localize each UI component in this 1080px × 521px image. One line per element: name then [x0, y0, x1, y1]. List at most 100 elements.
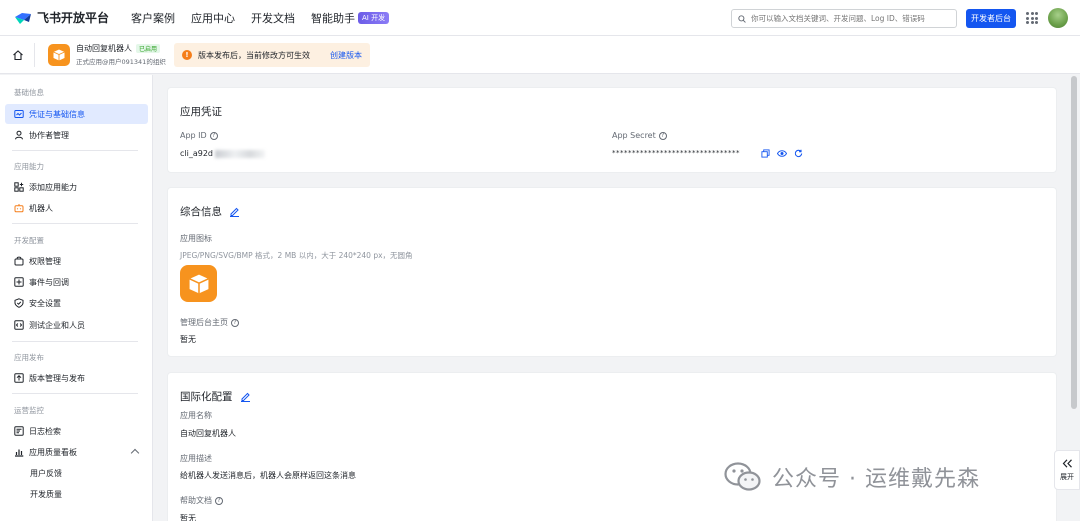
app-name-label: 应用名称 [180, 411, 212, 420]
warning-icon: ! [182, 50, 192, 60]
search-input[interactable] [751, 14, 951, 23]
eye-icon[interactable] [777, 149, 787, 158]
sidebar-divider [12, 393, 138, 394]
app-subtitle: 正式应用@用户091341的组织 [76, 58, 166, 66]
admin-page-label: 管理后台主页 ? [180, 317, 239, 328]
help-icon[interactable]: ? [658, 131, 667, 140]
home-icon[interactable] [12, 49, 24, 61]
nav-app-center[interactable]: 应用中心 [191, 10, 235, 26]
app-icon-large[interactable] [180, 265, 217, 302]
sidebar-item-label: 协作者管理 [29, 130, 69, 140]
refresh-icon[interactable] [794, 149, 803, 158]
i18n-title: 国际化配置 [180, 389, 251, 404]
help-doc-label-text: 帮助文档 [180, 496, 212, 505]
version-notice: ! 版本发布后，当前修改方可生效 创建版本 [174, 43, 370, 67]
watermark-text: 公众号 · 运维戴先森 [772, 467, 980, 492]
sidebar-item-test-enterprise[interactable]: 测试企业和人员 [5, 315, 148, 335]
sidebar-item-user-feedback[interactable]: 用户反馈 [5, 463, 148, 483]
chevron-up-icon[interactable] [130, 448, 140, 458]
general-title: 综合信息 [180, 204, 240, 219]
sidebar-item-versions[interactable]: 版本管理与发布 [5, 368, 148, 388]
sidebar-item-credentials[interactable]: 凭证与基础信息 [5, 104, 148, 124]
apps-grid-icon[interactable] [1026, 12, 1038, 24]
nav-dev-docs[interactable]: 开发文档 [251, 10, 295, 26]
nav-ai-assistant[interactable]: 智能助手 AI 开发 [311, 10, 390, 26]
general-title-text: 综合信息 [180, 206, 222, 218]
i18n-title-text: 国际化配置 [180, 391, 233, 403]
sidebar-item-bot[interactable]: 机器人 [5, 198, 148, 218]
search-box[interactable] [731, 9, 957, 28]
sidebar-group-monitoring: 运营监控 [14, 406, 44, 415]
help-doc-value: 暂无 [180, 514, 196, 521]
expand-label: 展开 [1060, 472, 1074, 481]
logo-text: 飞书开放平台 [37, 11, 110, 25]
expand-panel-button[interactable]: 展开 [1054, 450, 1080, 490]
edit-icon[interactable] [240, 391, 251, 402]
sidebar-item-label: 用户反馈 [30, 468, 62, 478]
help-icon[interactable]: ? [231, 318, 239, 327]
app-id-text: cli_a92d [180, 149, 214, 158]
logo[interactable]: 飞书开放平台 [14, 9, 109, 26]
sidebar-item-collaborators[interactable]: 协作者管理 [5, 125, 148, 145]
sidebar-item-security[interactable]: 安全设置 [5, 293, 148, 313]
sidebar-group-dev-config: 开发配置 [14, 236, 44, 245]
sidebar-group-capabilities: 应用能力 [14, 162, 44, 171]
app-secret-value: ******************************** [612, 149, 740, 157]
dev-console-button[interactable]: 开发者后台 [966, 9, 1016, 28]
app-header: 自动回复机器人 已启用 正式应用@用户091341的组织 ! 版本发布后，当前修… [0, 36, 1080, 74]
notice-text: 版本发布后，当前修改方可生效 [198, 50, 310, 60]
app-id-value[interactable]: cli_a92d [180, 149, 266, 158]
app-id-label: App ID ? [180, 131, 218, 140]
credentials-title: 应用凭证 [180, 104, 222, 119]
sidebar-item-label: 版本管理与发布 [29, 373, 85, 383]
add-capability-icon [14, 182, 24, 192]
sidebar: 基础信息 凭证与基础信息 协作者管理 应用能力 添加应用能力 机器人 开发配置 … [0, 75, 153, 521]
user-icon [15, 130, 23, 140]
sidebar-item-label: 日志检索 [29, 426, 61, 436]
sidebar-item-label: 开发质量 [30, 489, 62, 499]
sidebar-item-permissions[interactable]: 权限管理 [5, 251, 148, 271]
scrollbar[interactable] [1071, 76, 1077, 409]
sidebar-item-add-capability[interactable]: 添加应用能力 [5, 177, 148, 197]
general-info-card: 综合信息 应用图标 JPEG/PNG/SVG/BMP 格式，2 MB 以内，大于… [167, 187, 1057, 357]
permission-icon [14, 256, 24, 266]
i18n-card: 国际化配置 应用名称 自动回复机器人 应用描述 给机器人发送消息后，机器人会原样… [167, 372, 1057, 521]
create-version-link[interactable]: 创建版本 [330, 50, 362, 61]
credential-icon [14, 110, 24, 118]
ai-badge: AI 开发 [358, 11, 390, 24]
icon-label: 应用图标 [180, 234, 212, 243]
sidebar-item-events[interactable]: 事件与回调 [5, 272, 148, 292]
upload-icon [14, 373, 24, 383]
sidebar-item-label: 添加应用能力 [29, 182, 77, 192]
app-id-label-text: App ID [180, 131, 207, 140]
help-icon[interactable]: ? [215, 496, 223, 505]
feishu-logo-icon [15, 12, 31, 24]
sidebar-item-quality-board[interactable]: 应用质量看板 [5, 442, 148, 462]
sidebar-group-release: 应用发布 [14, 353, 44, 362]
sidebar-item-label: 机器人 [29, 203, 53, 213]
app-secret-label: App Secret ? [612, 131, 667, 140]
avatar[interactable] [1048, 8, 1068, 28]
sidebar-item-label: 凭证与基础信息 [29, 109, 85, 119]
help-icon[interactable]: ? [209, 131, 218, 140]
sidebar-item-logs[interactable]: 日志检索 [5, 421, 148, 441]
robot-icon [14, 204, 24, 213]
box-icon [53, 49, 65, 60]
credentials-title-text: 应用凭证 [180, 106, 222, 118]
sidebar-item-dev-quality[interactable]: 开发质量 [5, 484, 148, 504]
credentials-card: 应用凭证 App ID ? cli_a92d App Secret ? ****… [167, 87, 1057, 173]
event-icon [14, 277, 24, 287]
app-icon [48, 43, 70, 66]
sidebar-divider [12, 223, 138, 224]
app-name-value: 自动回复机器人 [180, 429, 236, 438]
log-search-icon [14, 426, 24, 436]
icon-hint: JPEG/PNG/SVG/BMP 格式，2 MB 以内，大于 240*240 p… [180, 251, 413, 260]
edit-icon[interactable] [229, 206, 240, 217]
sidebar-item-label: 应用质量看板 [29, 447, 77, 457]
help-doc-label: 帮助文档 ? [180, 495, 223, 506]
copy-icon[interactable] [761, 149, 770, 158]
nav-customer-cases[interactable]: 客户案例 [131, 10, 175, 26]
sidebar-group-basic: 基础信息 [14, 88, 44, 97]
sidebar-item-label: 事件与回调 [29, 277, 69, 287]
chart-icon [15, 449, 24, 457]
